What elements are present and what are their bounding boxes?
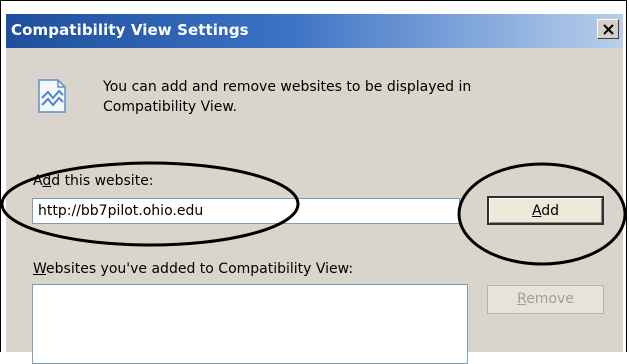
add-website-label: Add this website: xyxy=(33,173,154,189)
add-button-rest: dd xyxy=(541,203,560,219)
close-icon xyxy=(603,24,614,35)
add-label-access-key: d xyxy=(42,173,52,189)
dialog-body: You can add and remove websites to be di… xyxy=(6,48,623,364)
add-button[interactable]: Add xyxy=(487,196,604,225)
info-description: You can add and remove websites to be di… xyxy=(103,77,543,117)
remove-button-rest: emove xyxy=(526,291,574,307)
dialog-title: Compatibility View Settings xyxy=(11,21,249,39)
info-text-line-1: You can add and remove websites to be di… xyxy=(103,79,472,95)
dialog-titlebar: Compatibility View Settings xyxy=(6,14,623,48)
added-websites-label: Websites you've added to Compatibility V… xyxy=(33,261,353,277)
add-label-rest: d this website: xyxy=(51,173,154,189)
list-label-access-key: W xyxy=(33,261,47,277)
website-url-input[interactable] xyxy=(32,198,460,224)
add-button-access-key: A xyxy=(531,203,542,219)
added-websites-list[interactable] xyxy=(32,284,468,364)
list-label-rest: ebsites you've added to Compatibility Vi… xyxy=(46,261,354,277)
info-text-line-2: Compatibility View. xyxy=(103,99,237,115)
remove-button-access-key: R xyxy=(517,291,527,307)
close-button[interactable] xyxy=(597,19,619,39)
remove-button: Remove xyxy=(487,285,604,314)
compatibility-view-icon xyxy=(38,79,66,113)
add-label-prefix: A xyxy=(33,173,43,189)
